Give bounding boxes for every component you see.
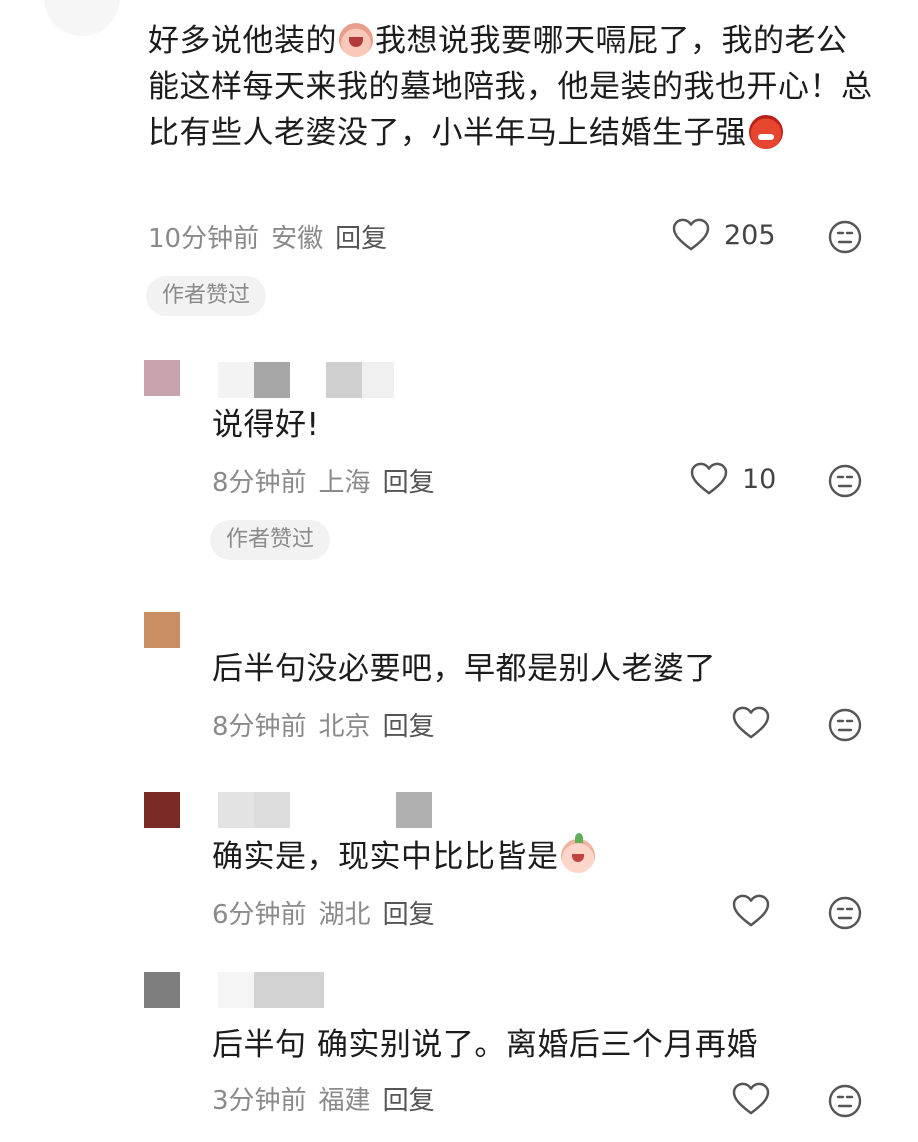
like-button[interactable]: 10 <box>690 462 776 496</box>
main-comment-text: 好多说他装的 我想说我要哪天嗝屁了，我的老公能这样每天来我的墓地陪我，他是装的我也… <box>148 18 878 156</box>
reply-text: 确实是，现实中比比皆是 <box>212 833 597 880</box>
avatar[interactable] <box>144 972 180 1008</box>
like-count: 205 <box>724 219 776 251</box>
reply-location: 湖北 <box>318 900 371 930</box>
reply-button[interactable]: 回复 <box>383 712 435 742</box>
author-liked-badge: 作者赞过 <box>146 276 267 316</box>
heart-outline-icon <box>732 894 770 927</box>
username-blur <box>218 972 254 1008</box>
reply-time: 8分钟前 <box>212 712 307 742</box>
crying-sprout-emoji-icon <box>560 833 595 873</box>
reply-button[interactable]: 回复 <box>383 1086 435 1116</box>
neutral-face-icon[interactable] <box>828 708 862 742</box>
username-blur <box>218 792 254 828</box>
comment-meta: 10分钟前 安徽 回复 <box>148 218 399 255</box>
author-liked-badge: 作者赞过 <box>210 520 331 560</box>
reply-location: 福建 <box>318 1086 371 1116</box>
username-blur <box>326 362 362 398</box>
reply-text-content: 确实是，现实中比比皆是 <box>212 839 559 875</box>
like-button[interactable] <box>732 894 770 928</box>
reply-time: 8分钟前 <box>212 468 307 498</box>
reply-text: 后半句 确实别说了。离婚后三个月再婚 <box>212 1027 758 1063</box>
neutral-face-icon[interactable] <box>828 464 862 498</box>
reply-text: 说得好! <box>212 407 320 443</box>
neutral-face-icon[interactable] <box>828 1084 862 1118</box>
avatar[interactable] <box>144 612 180 648</box>
crying-face-emoji-icon <box>339 23 373 57</box>
reply-button[interactable]: 回复 <box>383 900 435 930</box>
comment-text-part1: 好多说他装的 <box>148 23 337 59</box>
reply-location: 北京 <box>318 712 371 742</box>
reply-meta: 8分钟前 北京 回复 <box>212 706 447 743</box>
avatar[interactable] <box>44 0 120 36</box>
reply-meta: 8分钟前 上海 回复 <box>212 462 447 499</box>
like-button[interactable] <box>732 1082 770 1116</box>
like-count: 10 <box>742 463 777 495</box>
neutral-face-icon[interactable] <box>828 896 862 930</box>
reply-button[interactable]: 回复 <box>383 468 435 498</box>
username-blur <box>254 792 290 828</box>
heart-outline-icon <box>732 706 770 739</box>
comment-time: 10分钟前 <box>148 224 260 254</box>
reply-meta: 6分钟前 湖北 回复 <box>212 894 447 931</box>
reply-text: 后半句没必要吧，早都是别人老婆了 <box>212 651 716 687</box>
comment-location: 安徽 <box>271 224 324 254</box>
avatar[interactable] <box>144 360 180 396</box>
username-blur <box>396 792 432 828</box>
heart-outline-icon <box>672 218 710 251</box>
heart-outline-icon <box>690 462 728 495</box>
username-blur <box>254 362 290 398</box>
angry-devil-emoji-icon <box>748 115 783 149</box>
reply-location: 上海 <box>318 468 371 498</box>
like-button[interactable] <box>732 706 770 740</box>
heart-outline-icon <box>732 1082 770 1115</box>
username-blur <box>254 972 324 1008</box>
reply-meta: 3分钟前 福建 回复 <box>212 1080 447 1117</box>
username-blur <box>362 362 394 398</box>
reply-button[interactable]: 回复 <box>335 224 387 254</box>
neutral-face-icon[interactable] <box>828 220 862 254</box>
reply-time: 3分钟前 <box>212 1086 307 1116</box>
username-blur <box>218 362 254 398</box>
avatar[interactable] <box>144 792 180 828</box>
like-button[interactable]: 205 <box>672 218 776 252</box>
reply-time: 6分钟前 <box>212 900 307 930</box>
